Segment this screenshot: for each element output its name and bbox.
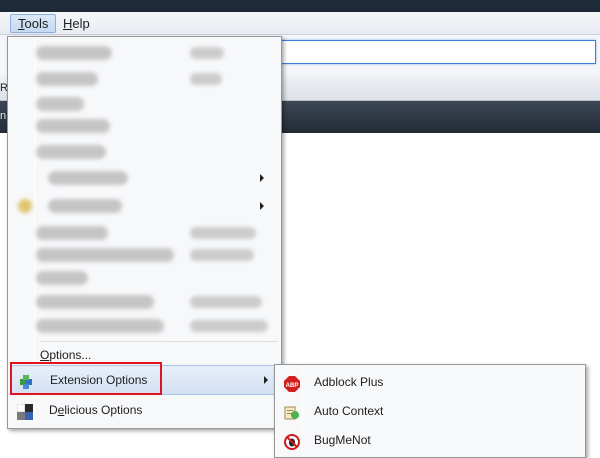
address-bar[interactable]: [270, 40, 596, 64]
redacted-shortcut: [190, 227, 256, 239]
svg-text:ABP: ABP: [286, 383, 299, 389]
redacted-menu-item[interactable]: [36, 271, 88, 285]
auto-context-label: Auto Context: [314, 404, 384, 418]
redacted-menu-item[interactable]: [36, 46, 112, 60]
bugmenot-label: BugMeNot: [314, 433, 371, 447]
redacted-menu-item[interactable]: [36, 145, 106, 159]
redacted-shortcut: [190, 320, 268, 332]
menu-help-accel: H: [63, 16, 73, 31]
redacted-menu-item[interactable]: [36, 119, 110, 133]
adblock-plus-icon: ABP: [284, 374, 300, 392]
tab-edge-text: n: [0, 110, 7, 122]
redacted-icon: [18, 199, 32, 213]
redacted-shortcut: [190, 47, 224, 59]
redacted-menu-item[interactable]: [48, 199, 122, 213]
redacted-menu-item[interactable]: [36, 248, 174, 262]
menu-help-label: elp: [72, 16, 90, 31]
adblock-plus-menu-item[interactable]: ABP Adblock Plus: [278, 368, 582, 396]
redacted-menu-item[interactable]: [36, 319, 164, 333]
submenu-arrow-icon: [260, 202, 264, 210]
menu-bar: Tools Help: [0, 12, 600, 35]
extension-options-submenu: ABP Adblock Plus Auto Context BugMeNot: [274, 364, 586, 458]
redacted-menu-item[interactable]: [48, 171, 128, 185]
menu-tools-label: ools: [24, 16, 49, 31]
redacted-shortcut: [190, 296, 262, 308]
window-title-strip: [0, 0, 600, 12]
auto-context-icon: [284, 403, 300, 420]
redacted-shortcut: [190, 73, 222, 85]
delicious-options-menu-item[interactable]: Delicious Options: [11, 396, 278, 424]
submenu-arrow-icon: [264, 376, 268, 384]
delicious-options-label: Delicious Options: [49, 403, 143, 417]
adblock-plus-label: Adblock Plus: [314, 375, 384, 389]
menu-tools[interactable]: Tools: [10, 14, 57, 33]
redacted-menu-item[interactable]: [36, 226, 108, 240]
bugmenot-menu-item[interactable]: BugMeNot: [278, 426, 582, 454]
redacted-shortcut: [190, 249, 254, 261]
submenu-arrow-icon: [260, 174, 264, 182]
redacted-menu-item[interactable]: [36, 97, 84, 111]
menu-help[interactable]: Help: [56, 14, 97, 33]
bugmenot-icon: [284, 432, 300, 450]
auto-context-menu-item[interactable]: Auto Context: [278, 397, 582, 425]
delicious-icon: [16, 402, 33, 420]
redacted-menu-item[interactable]: [36, 295, 154, 309]
redacted-menu-item[interactable]: [36, 72, 98, 86]
annotation-highlight-box: [10, 362, 162, 395]
